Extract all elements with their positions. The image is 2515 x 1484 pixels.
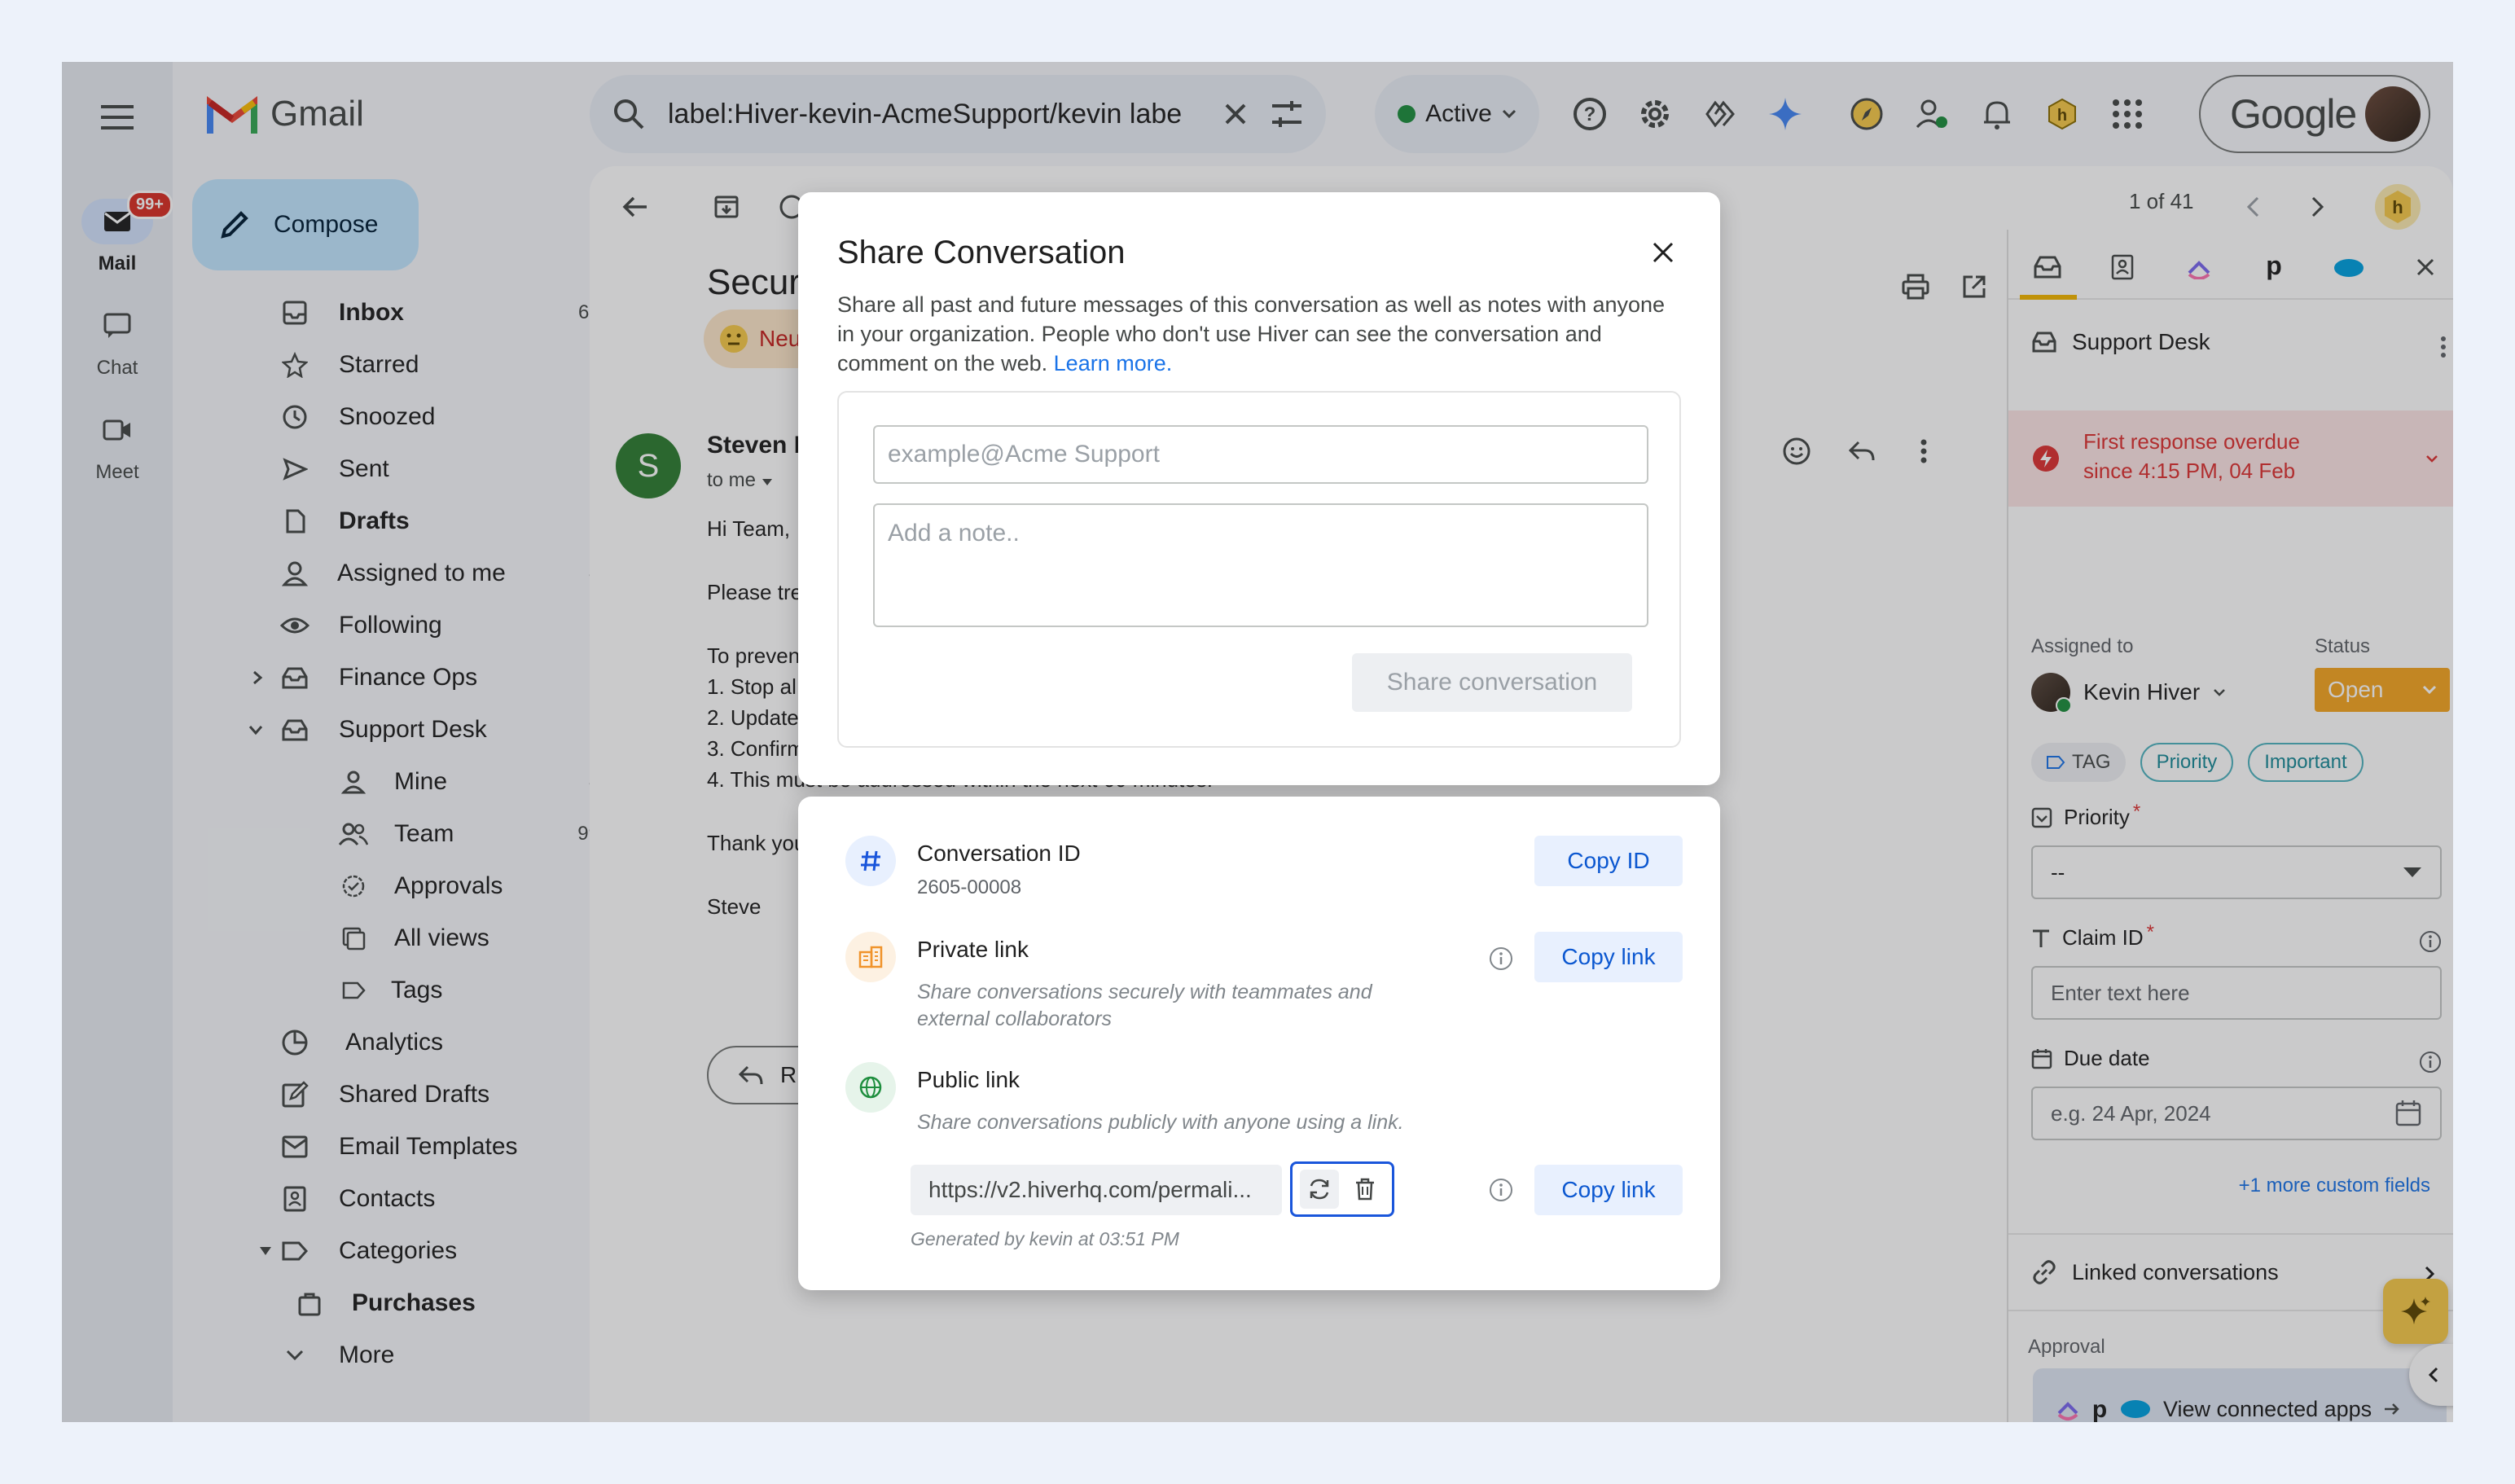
share-form: Share conversation [837, 391, 1681, 748]
regenerate-link-button[interactable] [1299, 1170, 1339, 1209]
share-conversation-button[interactable]: Share conversation [1352, 653, 1632, 712]
building-icon [845, 932, 896, 982]
delete-link-button[interactable] [1345, 1170, 1385, 1209]
close-icon [1653, 242, 1674, 263]
copy-public-link-button[interactable]: Copy link [1534, 1165, 1683, 1215]
conversation-links-card: Conversation ID 2605-00008 Copy ID Priva… [798, 797, 1720, 1290]
private-link-info-icon[interactable] [1487, 945, 1515, 973]
private-link-description: Share conversations securely with teamma… [917, 981, 1372, 1030]
private-link-title: Private link [917, 937, 1029, 962]
modal-description: Share all past and future messages of th… [837, 290, 1684, 378]
trash-icon [1356, 1178, 1375, 1201]
public-link-description: Share conversations publicly with anyone… [917, 1111, 1404, 1134]
modal-title: Share Conversation [837, 235, 1126, 270]
copy-private-link-button[interactable]: Copy link [1534, 932, 1683, 982]
description-text: Share all past and future messages of th… [837, 292, 1666, 375]
copy-id-button[interactable]: Copy ID [1534, 836, 1683, 886]
globe-icon [845, 1062, 896, 1113]
note-field[interactable] [873, 503, 1648, 627]
public-link-info-icon[interactable] [1487, 1176, 1515, 1204]
conversation-id-title: Conversation ID [917, 841, 1081, 866]
learn-more-link[interactable]: Learn more. [1054, 351, 1173, 375]
public-link-title: Public link [917, 1067, 1020, 1092]
conversation-id-value: 2605-00008 [917, 876, 1022, 898]
url-actions-group [1290, 1161, 1394, 1217]
email-field[interactable] [873, 425, 1648, 484]
public-url-text: https://v2.hiverhq.com/permali... [928, 1177, 1252, 1202]
close-modal-button[interactable] [1645, 235, 1681, 270]
hash-icon [845, 836, 896, 886]
share-conversation-modal: Share Conversation Share all past and fu… [798, 192, 1720, 785]
generated-by-text: Generated by kevin at 03:51 PM [911, 1228, 1179, 1249]
refresh-icon [1310, 1179, 1328, 1200]
public-url-field[interactable]: https://v2.hiverhq.com/permali... [911, 1165, 1282, 1215]
